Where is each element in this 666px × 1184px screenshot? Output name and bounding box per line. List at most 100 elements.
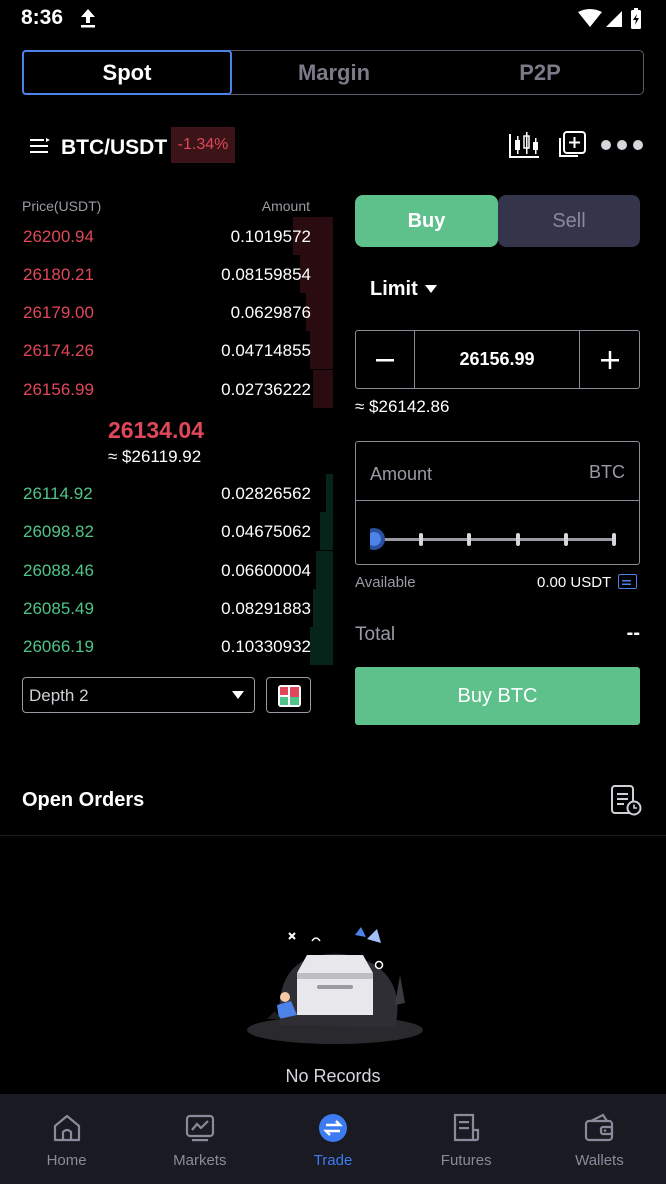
- nav-home-label: Home: [46, 1152, 87, 1169]
- depth-bar: [320, 512, 333, 550]
- sell-tab[interactable]: Sell: [498, 195, 640, 247]
- bid-row[interactable]: 26114.92 0.02826562: [0, 474, 333, 512]
- bid-row[interactable]: 26085.49 0.08291883: [0, 589, 333, 627]
- trade-icon: [319, 1114, 347, 1142]
- more-icon[interactable]: [600, 130, 644, 160]
- price-input[interactable]: 26156.99: [415, 331, 579, 388]
- nav-wallets[interactable]: Wallets: [533, 1094, 666, 1184]
- ask-row[interactable]: 26200.94 0.1019572: [0, 217, 333, 255]
- tab-p2p[interactable]: P2P: [437, 51, 643, 94]
- divider: [356, 500, 639, 501]
- depth-select[interactable]: Depth 2: [22, 677, 255, 713]
- nav-futures[interactable]: Futures: [400, 1094, 533, 1184]
- bid-amount: 0.06600004: [221, 561, 311, 580]
- ask-price: 26174.26: [23, 341, 94, 360]
- markets-icon: [185, 1114, 214, 1142]
- bid-row[interactable]: 26088.46 0.06600004: [0, 551, 333, 589]
- bid-row[interactable]: 26066.19 0.10330932: [0, 627, 333, 665]
- pair-name[interactable]: BTC/USDT: [61, 136, 167, 160]
- bid-row[interactable]: 26098.82 0.04675062: [0, 512, 333, 550]
- bid-amount: 0.10330932: [221, 637, 311, 656]
- bid-amount: 0.02826562: [221, 484, 311, 503]
- layout-icon: [278, 685, 301, 707]
- empty-box-illustration: [247, 927, 423, 1044]
- nav-markets[interactable]: Markets: [133, 1094, 266, 1184]
- bid-price: 26085.49: [23, 599, 94, 618]
- buy-btc-button[interactable]: Buy BTC: [355, 667, 640, 725]
- add-favorite-icon[interactable]: [556, 130, 588, 160]
- no-records-text: No Records: [285, 1066, 381, 1086]
- futures-icon: [454, 1113, 480, 1142]
- price-stepper: 26156.99: [355, 330, 640, 389]
- depth-bar: [310, 331, 333, 369]
- available-label: Available: [355, 574, 416, 591]
- last-price-fiat: ≈ $26119.92: [108, 447, 202, 466]
- buy-tab[interactable]: Buy: [355, 195, 498, 247]
- nav-markets-label: Markets: [173, 1152, 227, 1169]
- amount-field: Amount BTC: [355, 441, 640, 565]
- amount-input[interactable]: Amount: [370, 464, 432, 485]
- divider: [0, 835, 666, 836]
- transfer-icon[interactable]: [618, 574, 637, 589]
- status-time: 8:36: [21, 6, 64, 29]
- total-value: --: [626, 622, 640, 644]
- minus-icon: [376, 358, 394, 361]
- tab-margin[interactable]: Margin: [231, 51, 437, 94]
- increase-price-button[interactable]: [579, 331, 639, 388]
- last-price[interactable]: 26134.04: [108, 417, 204, 444]
- amount-unit: BTC: [589, 462, 625, 482]
- available-balance: 0.00 USDT: [537, 574, 612, 591]
- ask-row[interactable]: 26174.26 0.04714855: [0, 331, 333, 369]
- bid-amount: 0.04675062: [221, 522, 311, 541]
- caret-down-icon: [425, 285, 437, 293]
- bottom-nav: Home Markets Trade Futures Wallets: [0, 1094, 666, 1184]
- open-orders-title: Open Orders: [22, 789, 145, 811]
- order-type-select[interactable]: Limit: [370, 278, 418, 301]
- pair-change-badge: -1.34%: [171, 127, 235, 163]
- bid-price: 26066.19: [23, 637, 94, 656]
- pair-menu-icon[interactable]: [30, 138, 50, 154]
- ask-row[interactable]: 26179.00 0.0629876: [0, 293, 333, 331]
- decrease-price-button[interactable]: [356, 331, 415, 388]
- depth-bar: [313, 589, 333, 627]
- price-fiat: ≈ $26142.86: [355, 397, 450, 416]
- wallet-icon: [585, 1113, 614, 1142]
- total-label: Total: [355, 624, 396, 645]
- ask-price: 26180.21: [23, 265, 94, 284]
- amount-column-header: Amount: [261, 198, 310, 214]
- order-history-icon[interactable]: [610, 784, 642, 816]
- ask-amount: 0.02736222: [221, 380, 311, 399]
- amount-percent-slider[interactable]: [370, 522, 618, 558]
- bid-price: 26088.46: [23, 561, 94, 580]
- tab-spot[interactable]: Spot: [22, 50, 232, 95]
- price-column-header: Price(USDT): [22, 198, 102, 214]
- depth-bar: [313, 370, 333, 408]
- upload-icon: [81, 9, 95, 28]
- bid-price: 26114.92: [23, 484, 93, 503]
- market-type-tabs: Spot Margin P2P: [22, 50, 644, 95]
- orderbook-layout-button[interactable]: [266, 677, 311, 713]
- ask-amount: 0.0629876: [230, 303, 311, 322]
- nav-trade[interactable]: Trade: [266, 1094, 399, 1184]
- nav-futures-label: Futures: [440, 1152, 492, 1169]
- ask-amount: 0.1019572: [230, 227, 311, 246]
- nav-home[interactable]: Home: [0, 1094, 133, 1184]
- candlestick-chart-icon[interactable]: [507, 130, 541, 160]
- plus-icon: [600, 350, 619, 369]
- status-bar: 8:36: [0, 0, 666, 40]
- ask-amount: 0.04714855: [221, 341, 311, 360]
- signal-battery-icon: [578, 8, 641, 29]
- nav-trade-label: Trade: [313, 1152, 353, 1169]
- ask-row[interactable]: 26180.21 0.08159854: [0, 255, 333, 293]
- bid-amount: 0.08291883: [221, 599, 311, 618]
- depth-select-value: Depth 2: [29, 686, 89, 705]
- depth-bar: [310, 627, 333, 665]
- transfer-lines: [622, 580, 631, 585]
- bid-price: 26098.82: [23, 522, 94, 541]
- ask-price: 26156.99: [23, 380, 94, 399]
- ask-row[interactable]: 26156.99 0.02736222: [0, 370, 333, 408]
- ask-price: 26200.94: [23, 227, 94, 246]
- depth-bar: [326, 474, 333, 512]
- home-icon: [53, 1114, 80, 1142]
- nav-wallets-label: Wallets: [575, 1152, 624, 1169]
